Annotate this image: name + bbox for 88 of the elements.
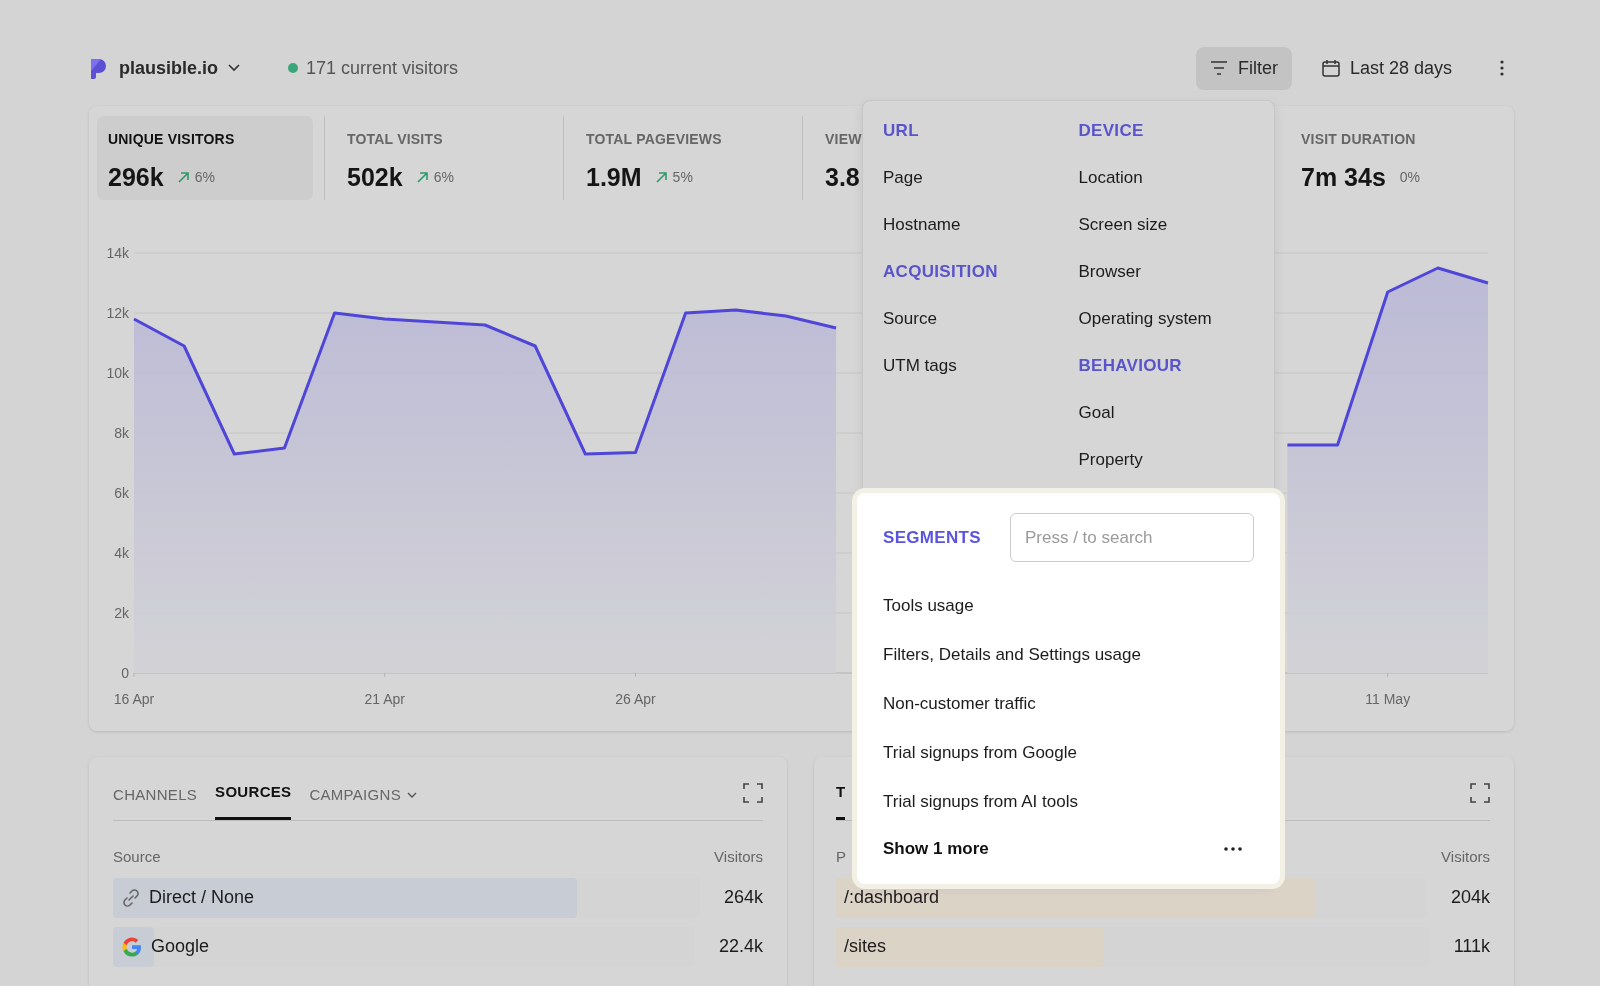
y-axis-label: 8k [114, 425, 129, 441]
menu-item[interactable]: Property [1078, 436, 1274, 483]
segment-item[interactable]: Trial signups from Google [883, 728, 1254, 777]
metric-label: UNIQUE VISITORS [108, 130, 235, 149]
calendar-icon [1321, 59, 1340, 77]
column-header: P [836, 847, 846, 867]
report-tab[interactable]: SOURCES [215, 780, 292, 820]
metric-value: 296k [108, 162, 164, 193]
live-status-dot [288, 63, 299, 73]
filter-button[interactable]: Filter [1195, 46, 1292, 90]
column-header: Source [113, 847, 161, 867]
menu-item[interactable]: Page [883, 154, 1079, 201]
site-switcher[interactable]: plausible.io [111, 54, 241, 82]
metric-change: 5% [672, 168, 693, 188]
y-axis-label: 10k [106, 365, 129, 381]
arrow-up-right-icon [416, 172, 428, 184]
metric-value: 1.9M [586, 162, 642, 193]
arrow-up-right-icon [177, 172, 189, 184]
visitor-count: 264k [723, 886, 763, 909]
metric-value: 7m 34s [1301, 162, 1386, 193]
arrow-up-right-icon [655, 172, 667, 184]
row-label[interactable]: Direct / None [149, 884, 255, 911]
row-label[interactable]: Google [151, 933, 210, 960]
x-axis-label: 21 Apr [364, 691, 405, 707]
x-axis-label: 16 Apr [113, 691, 155, 707]
logo-icon [89, 57, 107, 79]
menu-item[interactable]: Browser [1078, 248, 1274, 295]
metric-label: TOTAL PAGEVIEWS [586, 130, 722, 149]
kebab-icon [1500, 60, 1504, 76]
menu-heading: SEGMENTS [883, 526, 981, 549]
column-header: Visitors [714, 847, 763, 867]
y-axis-label: 4k [114, 545, 129, 561]
menu-heading: URL [883, 120, 920, 142]
metric-value: 3.8 [825, 162, 860, 193]
show-more-link[interactable]: Show 1 more [883, 836, 989, 862]
metric-label: TOTAL VISITS [347, 130, 443, 149]
menu-item[interactable]: Location [1078, 154, 1274, 201]
metric-tile[interactable]: UNIQUE VISITORS 296k 6% [97, 116, 313, 200]
link-icon [121, 887, 141, 908]
search-field[interactable]: Press / to search [1010, 513, 1254, 562]
metric-change: 0% [1399, 168, 1421, 188]
metric-tile[interactable]: TOTAL PAGEVIEWS 1.9M 5% [575, 116, 791, 200]
menu-item[interactable]: Goal [1078, 389, 1274, 436]
segment-item[interactable]: Non-customer traffic [883, 679, 1254, 728]
y-axis-label: 0 [121, 665, 129, 681]
more-icon [1224, 847, 1242, 851]
row-label[interactable]: /sites [844, 933, 886, 960]
y-axis-label: 2k [114, 605, 129, 621]
segment-item[interactable]: Trial signups from AI tools [883, 777, 1254, 826]
menu-item[interactable]: UTM tags [883, 342, 1079, 389]
metric-label: VISIT DURATION [1301, 130, 1416, 149]
live-visitors-count: 171 current visitors [306, 56, 459, 80]
x-axis-label: 11 May [1365, 691, 1411, 707]
report-tab[interactable]: CHANNELS [113, 783, 198, 820]
segment-item[interactable]: Tools usage [883, 581, 1254, 630]
y-axis-label: 6k [114, 485, 129, 501]
menu-heading: ACQUISITION [883, 261, 999, 283]
menu-heading: DEVICE [1078, 120, 1145, 142]
expand-icon [1470, 782, 1490, 803]
expand-button[interactable] [743, 780, 763, 804]
menu-item[interactable]: Operating system [1078, 295, 1274, 342]
visitor-count: 204k [1450, 886, 1490, 909]
y-axis-label: 14k [106, 245, 129, 261]
column-header: Visitors [1441, 847, 1490, 867]
y-axis-label: 12k [106, 305, 129, 321]
visitor-count: 22.4k [718, 935, 763, 958]
metric-change: 6% [433, 168, 454, 188]
metric-tile[interactable]: VISIT DURATION 7m 34s 0% [1290, 116, 1506, 200]
metric-change: 6% [194, 168, 215, 188]
expand-icon [743, 782, 763, 803]
menu-item[interactable]: Screen size [1078, 201, 1274, 248]
metric-tile[interactable]: TOTAL VISITS 502k 6% [336, 116, 552, 200]
menu-item[interactable]: Hostname [883, 201, 1079, 248]
chevron-down-icon [228, 64, 241, 72]
visitor-count: 111k [1453, 935, 1490, 958]
metric-value: 502k [347, 162, 403, 193]
google-icon [121, 935, 143, 958]
x-axis-label: 26 Apr [615, 691, 656, 707]
expand-button[interactable] [1470, 780, 1490, 804]
segment-item[interactable]: Filters, Details and Settings usage [883, 630, 1254, 679]
menu-item[interactable]: Source [883, 295, 1079, 342]
menu-heading: BEHAVIOUR [1078, 355, 1183, 377]
row-label[interactable]: /:dashboard [844, 884, 940, 911]
report-tab[interactable]: T [836, 780, 846, 820]
report-tab[interactable]: CAMPAIGNS [309, 783, 417, 820]
filter-icon [1209, 61, 1228, 75]
metric-label: VIEW [825, 130, 862, 149]
date-range-button[interactable]: Last 28 days [1307, 46, 1466, 90]
